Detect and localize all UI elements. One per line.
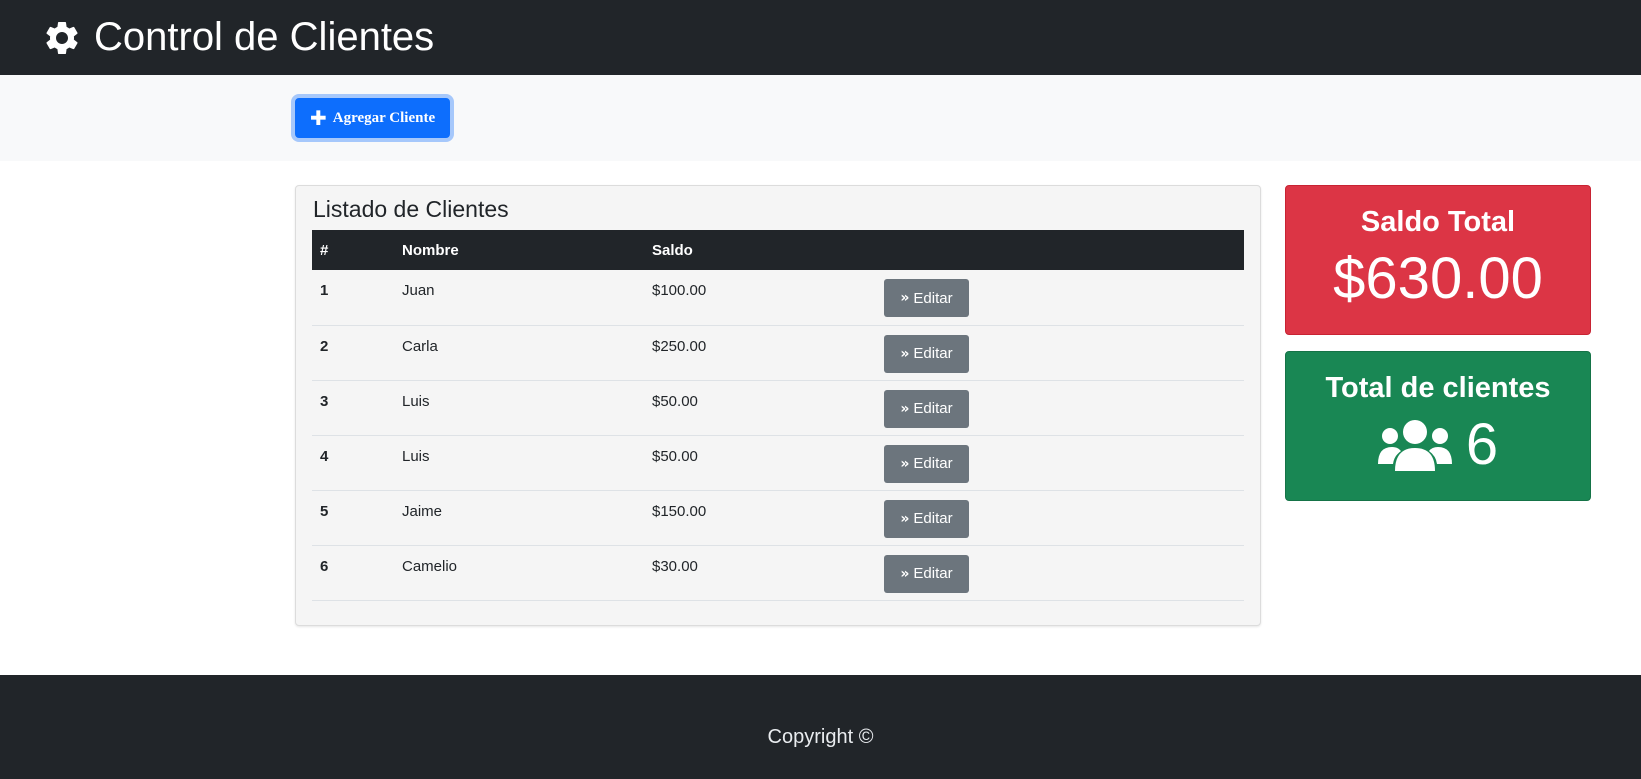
row-saldo: $30.00 (652, 557, 698, 575)
edit-label: Editar (913, 289, 953, 307)
table-row: 6 Camelio $30.00 » Editar (312, 545, 1244, 600)
edit-button[interactable]: » Editar (884, 554, 969, 593)
row-saldo: $50.00 (652, 392, 698, 410)
edit-button[interactable]: » Editar (884, 444, 969, 483)
edit-button[interactable]: » Editar (884, 279, 969, 317)
row-saldo: $50.00 (652, 447, 698, 465)
row-name: Juan (402, 282, 435, 299)
row-name: Camelio (402, 557, 458, 575)
row-name: Carla (402, 337, 438, 355)
double-chevron-right-icon: » (900, 400, 910, 417)
row-number: 1 (320, 282, 329, 299)
table-row: 3 Luis $50.00 » Editar (312, 380, 1244, 435)
clients-table: # Nombre Saldo 1 Juan $100.00 » Editar 2 … (312, 230, 1244, 601)
app-title: Control de Clientes (94, 15, 435, 59)
row-number: 5 (320, 502, 329, 520)
copyright-text: Copyright © (767, 725, 874, 748)
row-name: Luis (402, 447, 430, 465)
edit-label: Editar (913, 565, 953, 582)
total-clientes-title: Total de clientes (1325, 372, 1551, 404)
edit-label: Editar (913, 400, 953, 417)
col-actions (876, 230, 1244, 270)
double-chevron-right-icon: » (900, 510, 910, 527)
row-number: 3 (320, 392, 329, 410)
total-clientes-value: 6 (1465, 412, 1499, 477)
col-saldo: Saldo (652, 241, 693, 259)
actions-bar: ✚ Agregar Cliente (0, 75, 1641, 161)
table-row: 4 Luis $50.00 » Editar (312, 435, 1244, 490)
row-saldo: $250.00 (652, 337, 707, 355)
row-number: 4 (320, 447, 329, 465)
double-chevron-right-icon: » (900, 290, 910, 306)
row-saldo: $100.00 (652, 282, 707, 299)
table-header-row: # Nombre Saldo (312, 230, 1244, 270)
top-navbar: Control de Clientes (0, 0, 1641, 75)
edit-button[interactable]: » Editar (884, 334, 969, 373)
edit-label: Editar (913, 345, 953, 362)
clients-card-title: Listado de Clientes (313, 196, 509, 222)
total-clientes-card: Total de clientes 6 (1285, 351, 1591, 501)
page-footer: Copyright © (0, 675, 1641, 779)
row-number: 2 (320, 337, 329, 355)
app-brand[interactable]: Control de Clientes (42, 15, 434, 60)
saldo-total-title: Saldo Total (1360, 206, 1516, 238)
table-row: 5 Jaime $150.00 » Editar (312, 490, 1244, 545)
row-name: Jaime (402, 502, 443, 520)
saldo-total-value: $630.00 (1333, 246, 1543, 311)
row-name: Luis (402, 392, 430, 410)
edit-label: Editar (913, 455, 953, 472)
double-chevron-right-icon: » (900, 565, 910, 582)
edit-button[interactable]: » Editar (884, 499, 969, 538)
saldo-total-card: Saldo Total $630.00 (1285, 185, 1591, 335)
add-client-button[interactable]: ✚ Agregar Cliente (295, 98, 451, 138)
clients-card: Listado de Clientes # Nombre Saldo 1 Jua… (295, 185, 1261, 626)
double-chevron-right-icon: » (900, 455, 910, 472)
table-row: 1 Juan $100.00 » Editar (312, 270, 1244, 325)
main-content: Listado de Clientes # Nombre Saldo 1 Jua… (0, 161, 1641, 676)
plus-icon: ✚ (310, 106, 327, 130)
edit-button[interactable]: » Editar (884, 389, 969, 428)
double-chevron-right-icon: » (900, 345, 910, 362)
users-icon (1377, 419, 1452, 471)
col-number: # (320, 241, 329, 259)
gear-icon (46, 21, 78, 54)
row-saldo: $150.00 (652, 502, 707, 520)
table-row: 2 Carla $250.00 » Editar (312, 325, 1244, 380)
add-client-label: Agregar Cliente (332, 109, 436, 126)
edit-label: Editar (913, 510, 953, 527)
col-nombre: Nombre (402, 241, 459, 259)
row-number: 6 (320, 557, 329, 575)
